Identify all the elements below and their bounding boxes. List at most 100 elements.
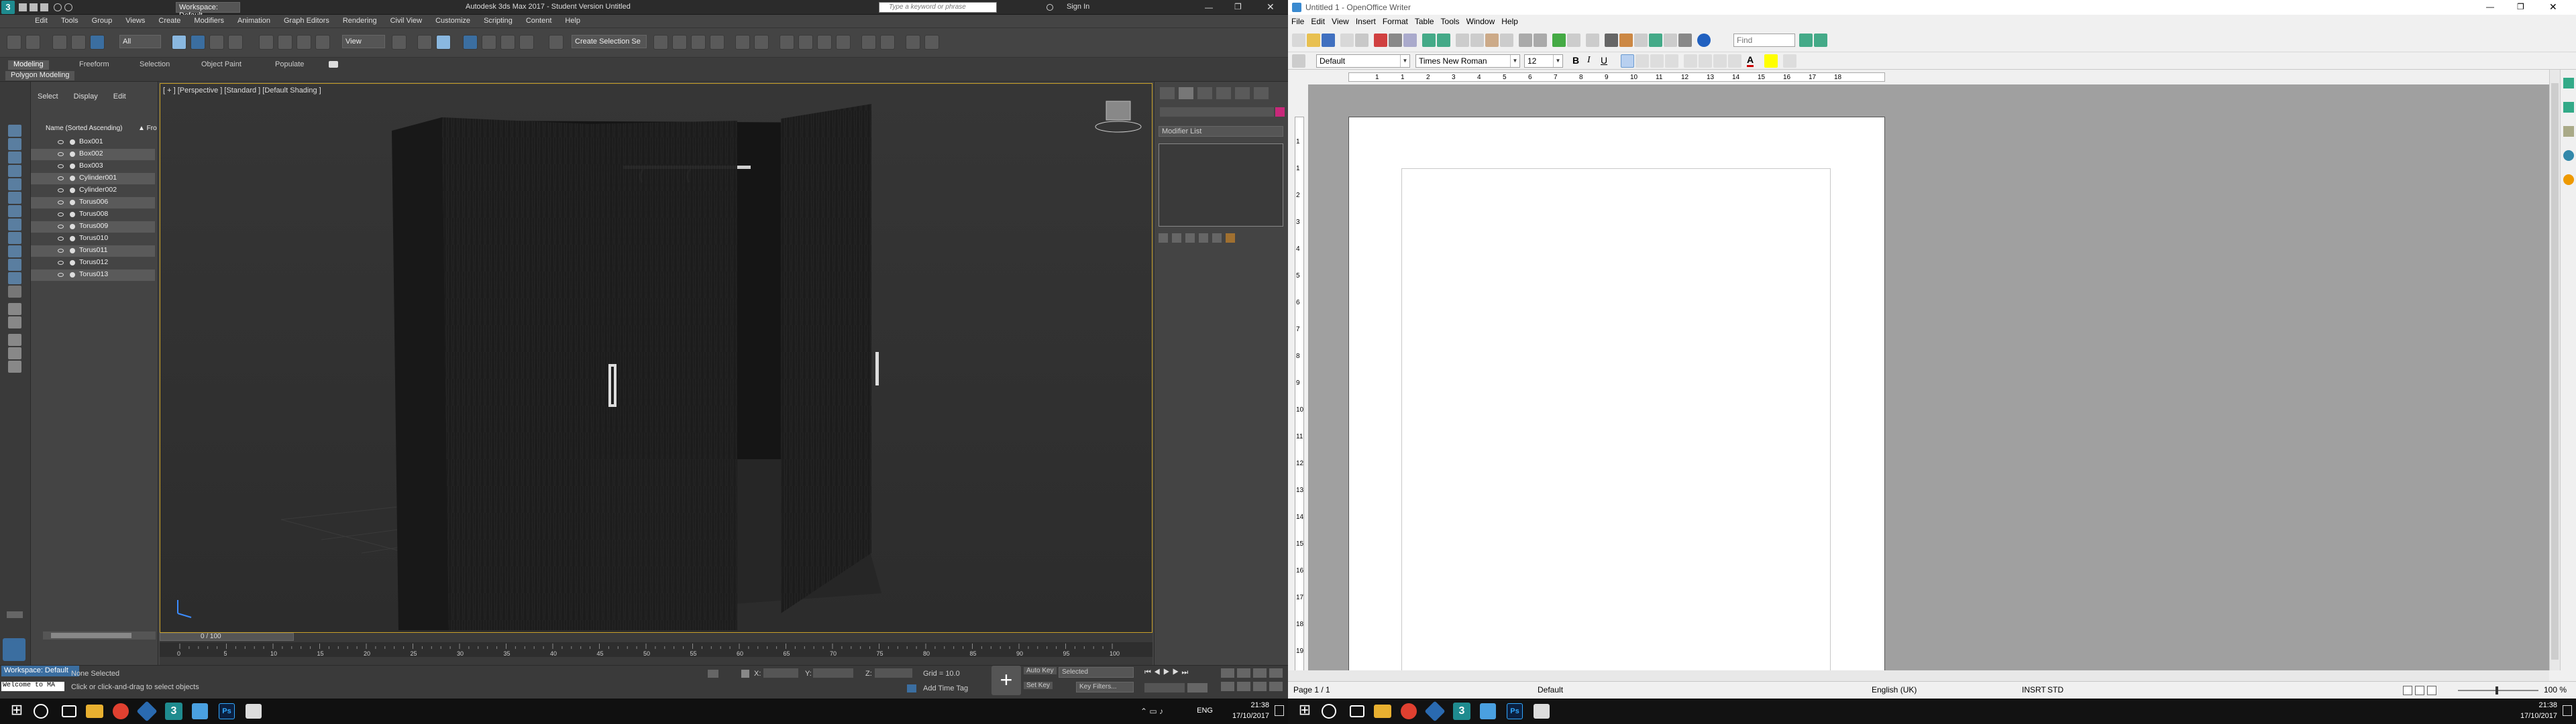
find-next-icon[interactable] <box>1799 34 1813 47</box>
max-menu-graph-editors[interactable]: Graph Editors <box>277 15 336 27</box>
viewcube-ring[interactable] <box>1095 121 1142 133</box>
font-color-icon[interactable]: A <box>1747 54 1754 67</box>
font-name-arrow[interactable]: ▼ <box>1510 55 1519 67</box>
cut-icon[interactable] <box>1456 34 1469 47</box>
z-coordinate-field[interactable] <box>875 668 912 678</box>
scene-row[interactable]: Box002 <box>31 149 155 160</box>
zoom-slider-thumb[interactable] <box>2496 686 2498 695</box>
curve-editor-button[interactable] <box>735 35 750 50</box>
ribbon-subtab-polygon-modeling[interactable]: Polygon Modeling <box>5 71 75 80</box>
set-key-plus-icon[interactable]: + <box>991 666 1021 695</box>
gallery-icon[interactable] <box>1634 34 1648 47</box>
rectangular-selection-button[interactable] <box>209 35 224 50</box>
select-rotate-button[interactable] <box>278 35 292 50</box>
bold-button[interactable]: B <box>1572 55 1579 66</box>
pivot-center-button[interactable] <box>392 35 407 50</box>
object-dot-icon[interactable] <box>70 260 75 265</box>
clock-time[interactable]: 21:38 <box>1218 701 1269 709</box>
photoshop-taskbar-icon-2[interactable]: Ps <box>1507 703 1523 719</box>
set-key-button[interactable]: Set Key <box>1024 682 1053 689</box>
add-time-tag-button[interactable]: Add Time Tag <box>923 684 968 692</box>
hierarchy-tab-icon[interactable] <box>1197 87 1212 99</box>
current-frame-field[interactable] <box>1144 683 1185 692</box>
file-explorer-icon[interactable] <box>86 705 103 718</box>
visibility-eye-icon[interactable] <box>58 249 64 253</box>
file-explorer-icon-2[interactable] <box>1374 705 1391 718</box>
render-production-button[interactable] <box>836 35 851 50</box>
bind-spacewarp-button[interactable] <box>90 35 105 50</box>
left-select-icon[interactable] <box>8 125 21 137</box>
writer-restore-button[interactable]: ❐ <box>2517 2 2524 11</box>
new-file-icon[interactable] <box>19 3 27 11</box>
select-by-name-button[interactable] <box>191 35 205 50</box>
max-menu-views[interactable]: Views <box>119 15 152 27</box>
max-menu-rendering[interactable]: Rendering <box>336 15 384 27</box>
find-replace-icon[interactable] <box>1605 34 1618 47</box>
left-display-shapes-icon[interactable] <box>8 152 21 164</box>
playback-controls[interactable]: ⏮◀▶▶⏭ <box>1144 668 1212 678</box>
object-name-field[interactable] <box>1160 107 1274 117</box>
scene-row[interactable]: Cylinder001 <box>31 173 155 184</box>
max-menu-group[interactable]: Group <box>85 15 119 27</box>
clock-date[interactable]: 17/10/2017 <box>1218 712 1269 720</box>
redo-button[interactable] <box>25 35 40 50</box>
3dsmax-taskbar-icon-2[interactable]: 3 <box>1453 703 1470 720</box>
status-language[interactable]: English (UK) <box>1872 685 1917 695</box>
zoom-icon[interactable] <box>1221 668 1234 678</box>
ribbon-tab-object-paint[interactable]: Object Paint <box>196 60 247 70</box>
time-slider[interactable]: 0 / 100 <box>160 633 294 641</box>
scene-row[interactable]: Torus006 <box>31 197 155 208</box>
left-funnel-icon[interactable] <box>8 347 21 359</box>
maxscript-listener-icon[interactable] <box>3 638 25 661</box>
zoom-all-icon[interactable] <box>1237 668 1250 678</box>
workspace-selector[interactable]: Workspace: Default <box>176 2 240 19</box>
italic-button[interactable]: I <box>1587 55 1591 66</box>
highlighting-icon[interactable] <box>1764 54 1778 68</box>
search-icon-2[interactable] <box>1322 704 1336 719</box>
align-right-icon[interactable] <box>1650 54 1664 68</box>
key-filters-button[interactable]: Key Filters... <box>1076 682 1134 692</box>
email-icon[interactable] <box>1340 34 1354 47</box>
angle-snap-toggle[interactable] <box>482 35 496 50</box>
writer-menu-tools[interactable]: Tools <box>1438 15 1463 28</box>
paragraph-style-box[interactable]: Default ▼ <box>1316 54 1410 68</box>
chrome-icon[interactable] <box>113 703 129 719</box>
modify-tab-icon[interactable] <box>1179 87 1193 99</box>
selection-filter-dropdown[interactable]: All <box>119 35 161 48</box>
status-workspace[interactable]: Workspace: Default <box>1 666 79 676</box>
system-tray-icons[interactable]: ⌃ ▭ ♪ <box>1140 707 1194 716</box>
object-dot-icon[interactable] <box>70 236 75 241</box>
visibility-eye-icon[interactable] <box>58 152 64 156</box>
vertical-ruler[interactable]: 1 1 2 3 4 5 6 7 8 9 10 11 12 13 14 15 16 17 18 19 <box>1291 84 1308 674</box>
ribbon-tab-populate[interactable]: Populate <box>270 60 309 70</box>
clock-time-2[interactable]: 21:38 <box>2506 701 2557 709</box>
make-unique-icon[interactable] <box>1185 233 1195 243</box>
find-input[interactable]: Find <box>1733 34 1795 47</box>
max-menu-modifiers[interactable]: Modifiers <box>187 15 231 27</box>
bullets-icon[interactable] <box>1699 54 1712 68</box>
object-color-swatch[interactable] <box>1275 107 1285 117</box>
clone-formatting-icon[interactable] <box>1500 34 1513 47</box>
object-dot-icon[interactable] <box>70 212 75 217</box>
paste-icon[interactable] <box>1485 34 1499 47</box>
pin-stack-icon[interactable] <box>1159 233 1168 243</box>
left-expand-icon[interactable] <box>7 611 23 618</box>
open-icon[interactable] <box>1307 34 1320 47</box>
scene-tab-edit[interactable]: Edit <box>107 90 133 103</box>
show-end-result-icon[interactable] <box>1172 233 1181 243</box>
chrome-icon-2[interactable] <box>1401 703 1417 719</box>
blue-app-icon[interactable] <box>136 701 158 722</box>
left-display-lights-icon[interactable] <box>8 165 21 177</box>
window-crossing-button[interactable] <box>228 35 243 50</box>
left-display-groups-icon[interactable] <box>8 219 21 231</box>
justify-icon[interactable] <box>1665 54 1678 68</box>
font-size-arrow[interactable]: ▼ <box>1553 55 1562 67</box>
status-zoom[interactable]: 100 % <box>2544 685 2567 695</box>
visibility-eye-icon[interactable] <box>58 200 64 204</box>
named-selection-set-dropdown[interactable]: Create Selection Se <box>572 35 647 48</box>
scene-tab-display[interactable]: Display <box>67 90 105 103</box>
a360-gallery-button[interactable] <box>880 35 895 50</box>
align-left-icon[interactable] <box>1621 54 1634 68</box>
underline-button[interactable]: U <box>1601 55 1607 66</box>
object-dot-icon[interactable] <box>70 152 75 157</box>
